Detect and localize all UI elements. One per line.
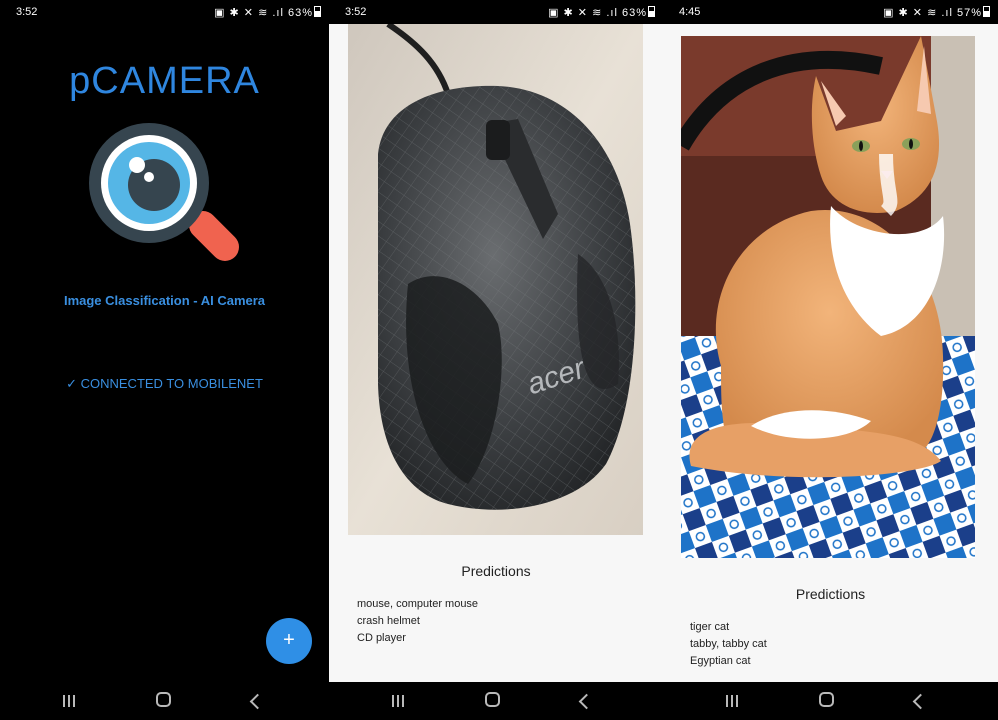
predictions-title: Predictions — [795, 586, 866, 602]
status-icons: ▣ ✱ ✕ ≋ .ıl 63% — [214, 6, 321, 19]
prediction-item: tiger cat — [690, 621, 730, 633]
home-icon — [155, 692, 171, 707]
recent-apps-button[interactable] — [721, 690, 743, 712]
battery-percent: 63% — [621, 7, 647, 19]
back-button[interactable] — [244, 690, 266, 712]
battery-icon — [314, 6, 321, 17]
recent-apps-button[interactable] — [387, 690, 409, 712]
home-icon — [484, 692, 500, 707]
classified-photo — [681, 36, 975, 558]
magnifier-eye-icon — [89, 123, 239, 261]
navigation-bar — [0, 682, 329, 720]
status-bar: 3:52 ▣ ✱ ✕ ≋ .ıl 63% — [329, 0, 663, 24]
prediction-item: Egyptian cat — [690, 655, 751, 667]
recent-apps-button[interactable] — [58, 690, 80, 712]
prediction-item: crash helmet — [357, 615, 420, 627]
recent-apps-icon — [726, 695, 738, 707]
status-icons: ▣ ✱ ✕ ≋ .ıl 57% — [883, 6, 990, 19]
home-button[interactable] — [152, 690, 174, 712]
battery-icon — [983, 6, 990, 17]
predictions-list: mouse, computer mouse crash helmet CD pl… — [357, 597, 478, 648]
home-button[interactable] — [481, 690, 503, 712]
back-button[interactable] — [573, 690, 595, 712]
add-image-button[interactable]: + — [266, 618, 312, 664]
cat-photo — [681, 36, 975, 558]
mouse-photo: acer — [348, 24, 643, 535]
recent-apps-icon — [63, 695, 75, 707]
back-button[interactable] — [907, 690, 929, 712]
predictions-list: tiger cat tabby, tabby cat Egyptian cat — [690, 620, 767, 671]
status-bar: 4:45 ▣ ✱ ✕ ≋ .ıl 57% — [663, 0, 998, 24]
navigation-bar — [663, 682, 998, 720]
back-icon — [912, 693, 928, 710]
status-icon-row: ▣ ✱ ✕ ≋ .ıl — [214, 7, 284, 19]
status-icons: ▣ ✱ ✕ ≋ .ıl 63% — [548, 6, 655, 19]
mouse-prediction-screen: 3:52 ▣ ✱ ✕ ≋ .ıl 63% acer Predictions mo… — [329, 0, 663, 720]
battery-percent: 57% — [956, 7, 982, 19]
prediction-item: CD player — [357, 632, 406, 644]
prediction-item: tabby, tabby cat — [690, 638, 767, 650]
status-icon-row: ▣ ✱ ✕ ≋ .ıl — [548, 7, 618, 19]
cat-prediction-screen: 4:45 ▣ ✱ ✕ ≋ .ıl 57% Predictions tiger c… — [663, 0, 998, 720]
status-time: 3:52 — [16, 6, 38, 18]
back-icon — [249, 693, 265, 710]
home-button[interactable] — [815, 690, 837, 712]
back-icon — [578, 693, 594, 710]
status-icon-row: ▣ ✱ ✕ ≋ .ıl — [883, 7, 953, 19]
predictions-title: Predictions — [461, 563, 531, 579]
prediction-item: mouse, computer mouse — [357, 598, 479, 610]
recent-apps-icon — [392, 695, 404, 707]
navigation-bar — [329, 682, 663, 720]
classified-photo: acer — [348, 24, 643, 535]
battery-percent: 63% — [287, 7, 313, 19]
connection-status: ✓ CONNECTED TO MOBILENET — [66, 376, 263, 391]
status-bar: 3:52 ▣ ✱ ✕ ≋ .ıl 63% — [0, 0, 329, 24]
app-title: pCAMERA — [69, 60, 260, 102]
battery-icon — [648, 6, 655, 17]
status-time: 4:45 — [679, 6, 701, 18]
app-subtitle: Image Classification - AI Camera — [63, 293, 266, 308]
home-screen: 3:52 ▣ ✱ ✕ ≋ .ıl 63% pCAMERA Image Class… — [0, 0, 329, 720]
home-icon — [818, 692, 834, 707]
status-time: 3:52 — [345, 6, 367, 18]
